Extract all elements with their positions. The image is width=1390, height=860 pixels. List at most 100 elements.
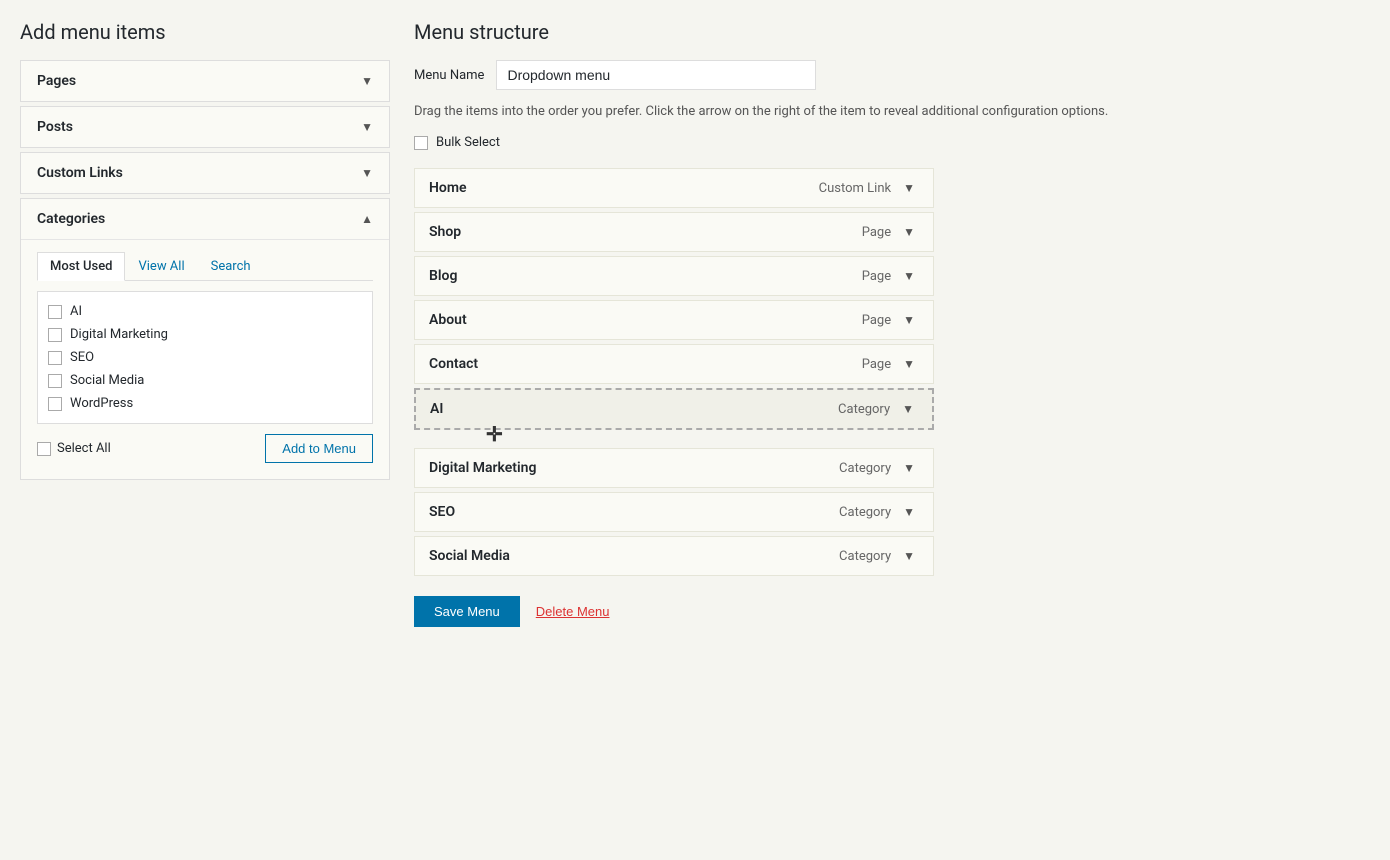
chevron-down-icon-shop[interactable]: ▼ — [899, 223, 919, 241]
accordion-pages-arrow: ▼ — [361, 74, 373, 88]
category-label-seo: SEO — [70, 350, 94, 365]
menu-item-digital[interactable]: Digital Marketing Category ▼ — [414, 448, 934, 488]
accordion-categories-header[interactable]: Categories ▲ — [21, 199, 389, 239]
menu-item-social-media-right: Category ▼ — [839, 547, 919, 565]
chevron-down-icon-ai[interactable]: ▼ — [898, 400, 918, 418]
chevron-down-icon-digital[interactable]: ▼ — [899, 459, 919, 477]
category-item-seo: SEO — [46, 346, 364, 369]
chevron-down-icon-contact[interactable]: ▼ — [899, 355, 919, 373]
accordion-posts: Posts ▼ — [20, 106, 390, 148]
menu-item-shop-type: Page — [862, 225, 891, 240]
category-item-wp: WordPress — [46, 392, 364, 415]
accordion-categories-content: Most Used View All Search AI Digital Mar… — [21, 239, 389, 479]
categories-footer: Select All Add to Menu — [37, 434, 373, 463]
tab-most-used[interactable]: Most Used — [37, 252, 125, 281]
menu-item-about-type: Page — [862, 313, 891, 328]
checkbox-bulk-select[interactable] — [414, 136, 428, 150]
menu-item-home-right: Custom Link ▼ — [819, 179, 919, 197]
menu-item-seo-type: Category — [839, 505, 891, 520]
menu-item-about-right: Page ▼ — [862, 311, 919, 329]
menu-item-digital-right: Category ▼ — [839, 459, 919, 477]
menu-item-contact-label: Contact — [429, 356, 478, 372]
accordion-posts-label: Posts — [37, 119, 73, 135]
accordion-categories-arrow: ▲ — [361, 212, 373, 226]
menu-item-ai-type: Category — [838, 402, 890, 417]
drag-crosshair-icon: ✛ — [486, 422, 503, 446]
accordion-pages-label: Pages — [37, 73, 76, 89]
menu-item-about-label: About — [429, 312, 467, 328]
menu-item-home-label: Home — [429, 180, 467, 196]
left-panel-title: Add menu items — [20, 20, 390, 44]
menu-item-seo[interactable]: SEO Category ▼ — [414, 492, 934, 532]
category-label-ai: AI — [70, 304, 82, 319]
chevron-down-icon-blog[interactable]: ▼ — [899, 267, 919, 285]
tab-search[interactable]: Search — [198, 252, 264, 281]
menu-name-row: Menu Name — [414, 60, 1370, 90]
category-item-ai: AI — [46, 300, 364, 323]
menu-item-seo-label: SEO — [429, 504, 455, 520]
categories-tabs: Most Used View All Search — [37, 252, 373, 281]
accordion-posts-header[interactable]: Posts ▼ — [21, 107, 389, 147]
menu-item-shop[interactable]: Shop Page ▼ — [414, 212, 934, 252]
accordion-custom-links: Custom Links ▼ — [20, 152, 390, 194]
category-label-digital: Digital Marketing — [70, 327, 168, 342]
bulk-select-label: Bulk Select — [436, 135, 500, 150]
accordion-posts-arrow: ▼ — [361, 120, 373, 134]
menu-item-home-type: Custom Link — [819, 181, 891, 196]
checkbox-digital[interactable] — [48, 328, 62, 342]
menu-item-contact-right: Page ▼ — [862, 355, 919, 373]
checkbox-social[interactable] — [48, 374, 62, 388]
menu-item-about[interactable]: About Page ▼ — [414, 300, 934, 340]
checkbox-ai[interactable] — [48, 305, 62, 319]
accordion-pages: Pages ▼ — [20, 60, 390, 102]
accordion-custom-links-header[interactable]: Custom Links ▼ — [21, 153, 389, 193]
menu-item-ai-right: Category ▼ — [838, 400, 918, 418]
checkbox-wp[interactable] — [48, 397, 62, 411]
checkbox-select-all[interactable] — [37, 442, 51, 456]
right-panel-title: Menu structure — [414, 20, 1370, 44]
menu-item-shop-label: Shop — [429, 224, 461, 240]
category-label-social: Social Media — [70, 373, 144, 388]
menu-item-social-media[interactable]: Social Media Category ▼ — [414, 536, 934, 576]
menu-item-blog-type: Page — [862, 269, 891, 284]
menu-item-social-media-type: Category — [839, 549, 891, 564]
select-all-row: Select All — [37, 441, 111, 456]
menu-items-list: Home Custom Link ▼ Shop Page ▼ Blog Page — [414, 168, 934, 576]
left-panel: Add menu items Pages ▼ Posts ▼ Custom Li… — [20, 20, 390, 840]
menu-item-blog[interactable]: Blog Page ▼ — [414, 256, 934, 296]
menu-item-ai-label: AI — [430, 401, 443, 417]
category-item-digital: Digital Marketing — [46, 323, 364, 346]
select-all-label: Select All — [57, 441, 111, 456]
chevron-down-icon-seo[interactable]: ▼ — [899, 503, 919, 521]
category-item-social: Social Media — [46, 369, 364, 392]
menu-item-blog-label: Blog — [429, 268, 457, 284]
menu-name-label: Menu Name — [414, 68, 484, 83]
accordion-categories: Categories ▲ Most Used View All Search A… — [20, 198, 390, 480]
menu-item-home[interactable]: Home Custom Link ▼ — [414, 168, 934, 208]
right-panel: Menu structure Menu Name Drag the items … — [390, 20, 1370, 840]
drag-hint: Drag the items into the order you prefer… — [414, 104, 1294, 119]
menu-item-contact[interactable]: Contact Page ▼ — [414, 344, 934, 384]
chevron-down-icon-about[interactable]: ▼ — [899, 311, 919, 329]
menu-item-digital-type: Category — [839, 461, 891, 476]
menu-name-input[interactable] — [496, 60, 816, 90]
menu-item-ai[interactable]: AI Category ▼ ✛ — [414, 388, 934, 430]
tab-view-all[interactable]: View All — [125, 252, 197, 281]
chevron-down-icon-social-media[interactable]: ▼ — [899, 547, 919, 565]
checkbox-seo[interactable] — [48, 351, 62, 365]
chevron-down-icon-home[interactable]: ▼ — [899, 179, 919, 197]
accordion-pages-header[interactable]: Pages ▼ — [21, 61, 389, 101]
accordion-categories-label: Categories — [37, 211, 105, 227]
menu-item-digital-label: Digital Marketing — [429, 460, 536, 476]
menu-item-seo-right: Category ▼ — [839, 503, 919, 521]
bulk-select-row: Bulk Select — [414, 135, 1370, 150]
save-menu-button[interactable]: Save Menu — [414, 596, 520, 627]
menu-item-social-media-label: Social Media — [429, 548, 510, 564]
add-to-menu-button[interactable]: Add to Menu — [265, 434, 373, 463]
menu-item-blog-right: Page ▼ — [862, 267, 919, 285]
delete-menu-button[interactable]: Delete Menu — [536, 604, 610, 619]
accordion-custom-links-arrow: ▼ — [361, 166, 373, 180]
category-list: AI Digital Marketing SEO Social Media — [37, 291, 373, 424]
category-label-wp: WordPress — [70, 396, 133, 411]
menu-item-contact-type: Page — [862, 357, 891, 372]
